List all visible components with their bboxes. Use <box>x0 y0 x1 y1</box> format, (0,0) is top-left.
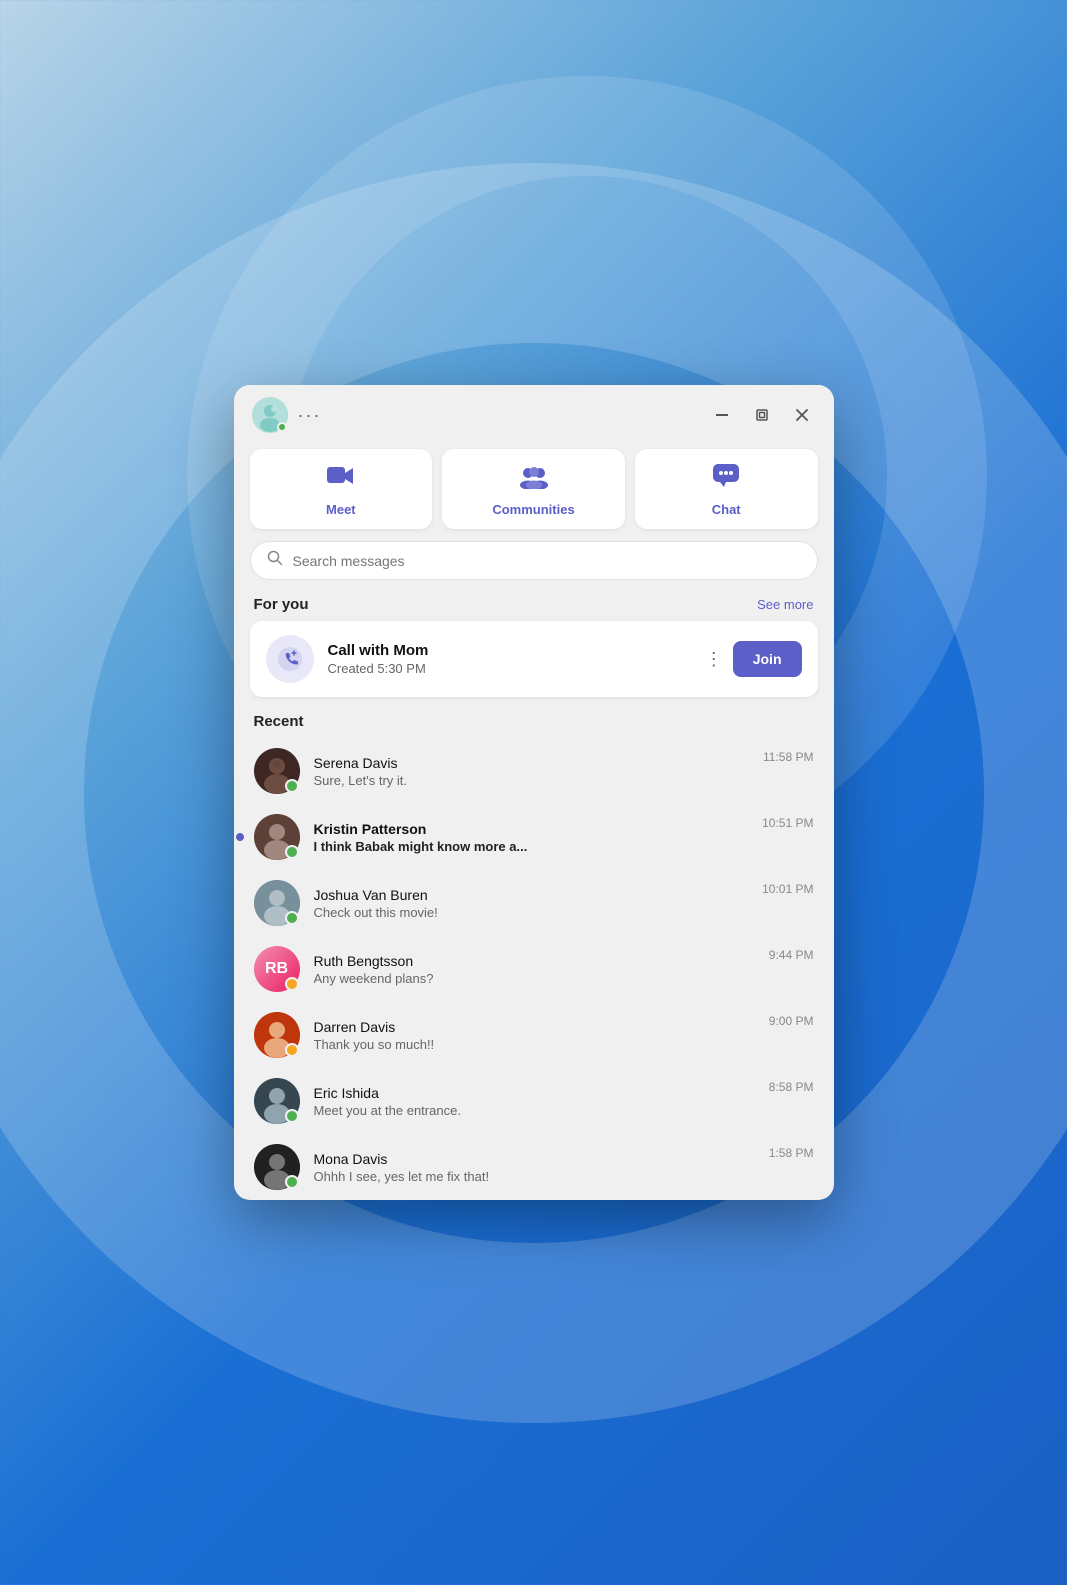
avatar-wrap: RB <box>254 946 300 992</box>
chat-content: Joshua Van Buren Check out this movie! <box>314 887 749 920</box>
avatar-wrap <box>254 1078 300 1124</box>
chat-item[interactable]: RB Ruth Bengtsson Any weekend plans? 9:4… <box>250 936 818 1002</box>
chat-content: Serena Davis Sure, Let's try it. <box>314 755 750 788</box>
chat-content: Darren Davis Thank you so much!! <box>314 1019 755 1052</box>
meet-icon <box>326 463 356 496</box>
call-title: Call with Mom <box>328 642 691 659</box>
chat-time: 9:00 PM <box>769 1012 814 1028</box>
chat-content: Kristin Patterson I think Babak might kn… <box>314 821 749 854</box>
search-input[interactable] <box>293 553 801 569</box>
chat-preview: I think Babak might know more a... <box>314 839 749 854</box>
chat-content: Ruth Bengtsson Any weekend plans? <box>314 953 755 986</box>
unread-indicator <box>236 833 244 841</box>
chat-content: Eric Ishida Meet you at the entrance. <box>314 1085 755 1118</box>
search-box <box>250 541 818 580</box>
chat-name: Joshua Van Buren <box>314 887 749 903</box>
chat-name: Serena Davis <box>314 755 750 771</box>
meet-label: Meet <box>326 502 356 517</box>
user-online-status <box>277 422 287 432</box>
search-icon <box>267 550 283 571</box>
join-button[interactable]: Join <box>733 641 802 677</box>
chat-preview: Sure, Let's try it. <box>314 773 750 788</box>
status-badge <box>285 977 299 991</box>
chat-preview: Ohhh I see, yes let me fix that! <box>314 1169 755 1184</box>
chat-time: 1:58 PM <box>769 1144 814 1160</box>
nav-section: Meet Communities <box>234 441 834 541</box>
chat-name: Kristin Patterson <box>314 821 749 837</box>
restore-button[interactable] <box>748 401 776 429</box>
chat-button[interactable]: Chat <box>635 449 818 529</box>
recent-section: Recent Serena Davis Sure, Let's try it. … <box>234 713 834 1200</box>
chat-time: 10:51 PM <box>762 814 813 830</box>
window-controls <box>708 401 816 429</box>
for-you-title: For you <box>254 596 309 613</box>
title-bar-left: ··· <box>252 397 322 433</box>
avatar-wrap <box>254 814 300 860</box>
avatar-wrap <box>254 880 300 926</box>
chat-item[interactable]: Serena Davis Sure, Let's try it. 11:58 P… <box>250 738 818 804</box>
chat-icon <box>712 463 740 496</box>
chat-preview: Check out this movie! <box>314 905 749 920</box>
recent-title: Recent <box>250 713 818 738</box>
chat-label: Chat <box>712 502 741 517</box>
chat-name: Mona Davis <box>314 1151 755 1167</box>
communities-icon <box>518 463 550 496</box>
status-badge <box>285 911 299 925</box>
close-button[interactable] <box>788 401 816 429</box>
chat-item[interactable]: Darren Davis Thank you so much!! 9:00 PM <box>250 1002 818 1068</box>
chat-name: Darren Davis <box>314 1019 755 1035</box>
user-avatar-container <box>252 397 288 433</box>
call-icon <box>266 635 314 683</box>
search-section <box>234 541 834 592</box>
avatar-wrap <box>254 1144 300 1190</box>
chat-name: Ruth Bengtsson <box>314 953 755 969</box>
call-card: Call with Mom Created 5:30 PM ⋮ Join <box>250 621 818 697</box>
chat-preview: Thank you so much!! <box>314 1037 755 1052</box>
chat-item[interactable]: Mona Davis Ohhh I see, yes let me fix th… <box>250 1134 818 1200</box>
meet-button[interactable]: Meet <box>250 449 433 529</box>
chat-time: 9:44 PM <box>769 946 814 962</box>
for-you-section-header: For you See more <box>234 592 834 621</box>
call-info: Call with Mom Created 5:30 PM <box>328 642 691 676</box>
avatar-wrap <box>254 1012 300 1058</box>
chat-list: Serena Davis Sure, Let's try it. 11:58 P… <box>250 738 818 1200</box>
chat-time: 10:01 PM <box>762 880 813 896</box>
chat-preview: Any weekend plans? <box>314 971 755 986</box>
chat-time: 8:58 PM <box>769 1078 814 1094</box>
chat-preview: Meet you at the entrance. <box>314 1103 755 1118</box>
avatar-wrap <box>254 748 300 794</box>
call-more-options[interactable]: ⋮ <box>705 649 723 670</box>
teams-window: ··· Meet <box>234 385 834 1200</box>
communities-label: Communities <box>492 502 574 517</box>
more-options-button[interactable]: ··· <box>298 405 322 426</box>
status-badge <box>285 845 299 859</box>
status-badge <box>285 779 299 793</box>
title-bar: ··· <box>234 385 834 441</box>
chat-item[interactable]: Eric Ishida Meet you at the entrance. 8:… <box>250 1068 818 1134</box>
chat-content: Mona Davis Ohhh I see, yes let me fix th… <box>314 1151 755 1184</box>
minimize-button[interactable] <box>708 401 736 429</box>
chat-name: Eric Ishida <box>314 1085 755 1101</box>
communities-button[interactable]: Communities <box>442 449 625 529</box>
status-badge <box>285 1109 299 1123</box>
chat-item[interactable]: Kristin Patterson I think Babak might kn… <box>250 804 818 870</box>
chat-time: 11:58 PM <box>763 748 813 764</box>
chat-item[interactable]: Joshua Van Buren Check out this movie! 1… <box>250 870 818 936</box>
status-badge <box>285 1043 299 1057</box>
call-subtitle: Created 5:30 PM <box>328 661 691 676</box>
call-actions: ⋮ Join <box>705 641 802 677</box>
see-more-button[interactable]: See more <box>757 597 813 612</box>
status-badge <box>285 1175 299 1189</box>
